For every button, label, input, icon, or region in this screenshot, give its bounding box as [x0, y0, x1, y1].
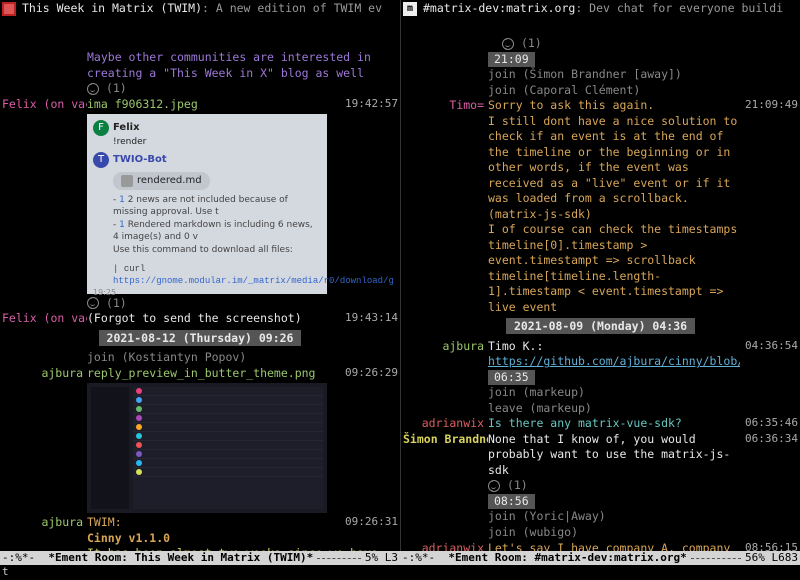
room-name: #matrix-dev:matrix.org [423, 1, 575, 15]
smile-reaction-icon[interactable] [87, 297, 99, 309]
smile-reaction-icon[interactable] [488, 480, 500, 492]
message-sender: Timo= [403, 98, 488, 114]
minibuffer[interactable]: t [0, 565, 800, 579]
room-favicon [2, 2, 16, 16]
avatar-icon: F [93, 120, 109, 136]
modeline-right: -:%*- *Ement Room: #matrix-dev:matrix.or… [400, 551, 800, 565]
membership-event: join (wubigo) [488, 525, 798, 541]
membership-event: join (Yoric|Away) [488, 509, 798, 525]
message-list-left[interactable]: Maybe other communities are interested i… [0, 18, 400, 552]
smile-reaction-icon[interactable] [502, 38, 514, 50]
room-topic: : A new edition of TWIM ev [202, 1, 382, 15]
message-timestamp: 19:42:57 [340, 97, 398, 112]
date-separator: 2021-08-09 (Monday) 04:36 [401, 319, 800, 335]
message-body[interactable]: reply_preview_in_butter_theme.png [87, 366, 340, 382]
membership-event: join (Šimon Brandner [away]) [488, 67, 798, 83]
room-favicon: m [403, 2, 417, 16]
left-pane: This Week in Matrix (TWIM): A new editio… [0, 0, 400, 552]
image-embed[interactable]: F Felix !render T TWIO-Bot rendered.md -… [87, 114, 327, 294]
room-header-right: m #matrix-dev:matrix.org: Dev chat for e… [401, 0, 800, 18]
membership-event: join (Kostiantyn Popov) [87, 350, 398, 366]
message-timestamp: 09:26:29 [340, 366, 398, 381]
message-body: Cinny v1.1.0 [87, 531, 398, 547]
message-sender: ajbura [2, 366, 87, 382]
message-body[interactable]: ima f906312.jpeg [87, 97, 340, 113]
message-timestamp: 06:35:46 [740, 416, 798, 431]
message-body: None that I know of, you would probably … [488, 432, 740, 479]
message-body: Is there any matrix-vue-sdk? [488, 416, 740, 432]
message-timestamp: 04:36:54 [740, 339, 798, 354]
message-sender: ajbura [2, 515, 87, 531]
membership-event: join (markeup) [488, 385, 798, 401]
message-sender: Šimon Brandner [403, 432, 488, 448]
room-header-left: This Week in Matrix (TWIM): A new editio… [0, 0, 400, 18]
message-sender: adrianwix [403, 416, 488, 432]
message-link[interactable]: https://github.com/ajbura/cinny/blob/39b… [488, 354, 740, 368]
file-icon [121, 175, 133, 187]
membership-event: leave (markeup) [488, 401, 798, 417]
right-pane: m #matrix-dev:matrix.org: Dev chat for e… [400, 0, 800, 552]
message-timestamp: 06:36:34 [740, 432, 798, 447]
message-sender: Felix (on vaca [2, 97, 87, 113]
date-separator: 2021-08-12 (Thursday) 09:26 [0, 331, 400, 347]
smile-reaction-icon[interactable] [87, 83, 99, 95]
message-sender: Felix (on vaca [2, 311, 87, 327]
room-topic: : Dev chat for everyone buildi [575, 1, 783, 15]
message-list-right[interactable]: (1) 21:09 join (Šimon Brandner [away]) j… [401, 18, 800, 552]
room-name: This Week in Matrix (TWIM) [22, 1, 202, 15]
image-embed[interactable] [87, 383, 327, 513]
message-sender: ajbura [403, 339, 488, 355]
message-body: (Forgot to send the screenshot) [87, 311, 340, 327]
time-pill: 21:09 [488, 52, 535, 68]
message-timestamp: 19:43:14 [340, 311, 398, 326]
time-pill: 06:35 [488, 370, 535, 386]
message-timestamp: 09:26:31 [340, 515, 398, 530]
time-pill: 08:56 [488, 494, 535, 510]
modeline-left: -:%*- *Ement Room: This Week in Matrix (… [0, 551, 400, 565]
avatar-icon: T [93, 152, 109, 168]
membership-event: join (Caporal Clément) [488, 83, 798, 99]
message-body: TWIM: [87, 515, 340, 531]
message-body: Maybe other communities are interested i… [87, 50, 398, 81]
message-timestamp: 21:09:49 [740, 98, 798, 113]
